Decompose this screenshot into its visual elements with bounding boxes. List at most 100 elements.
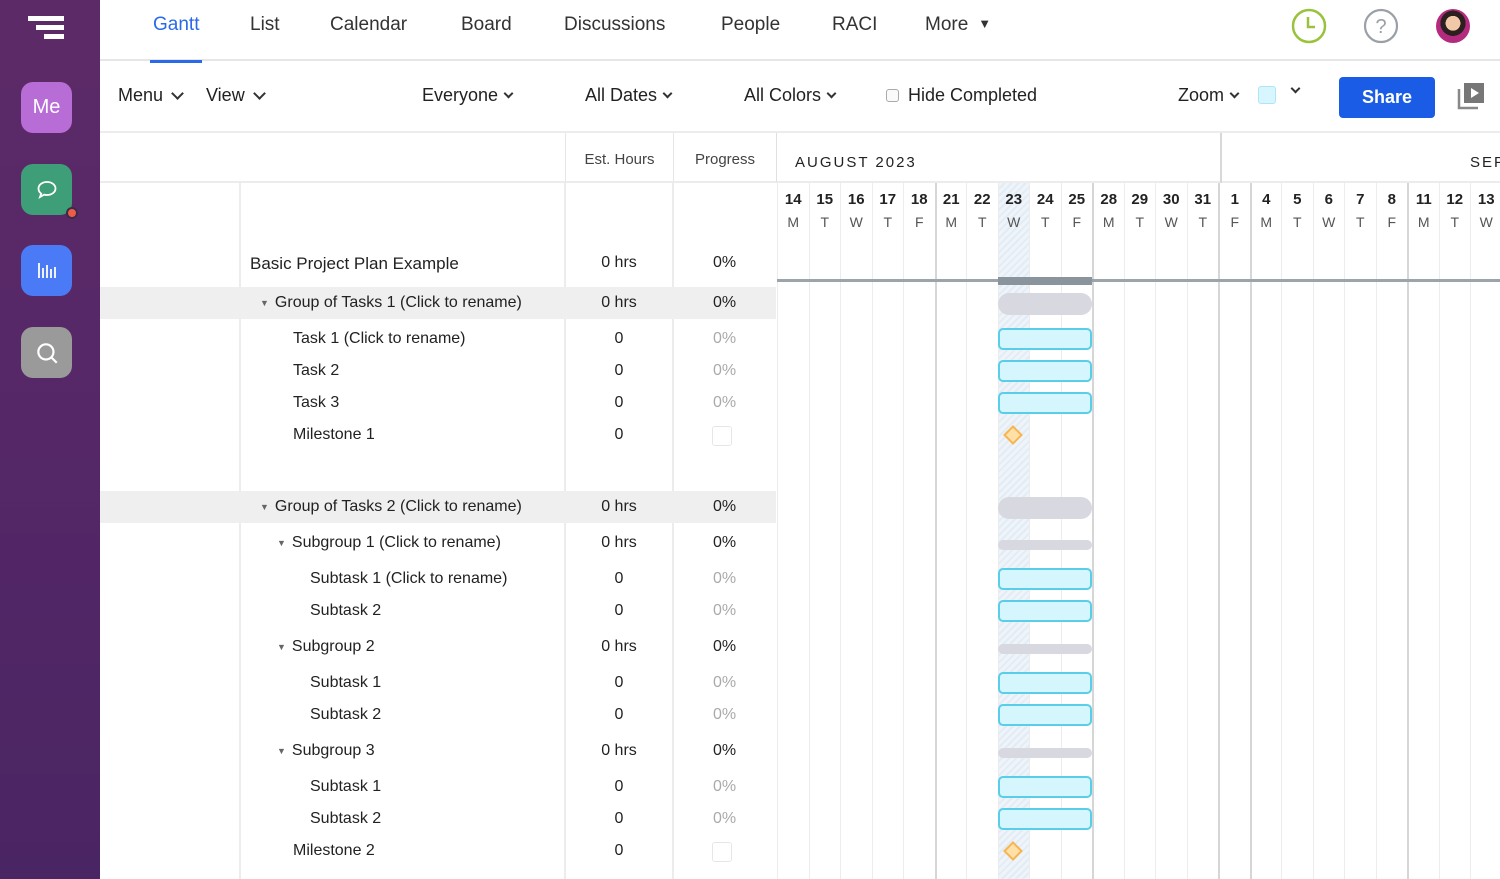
colors-filter[interactable]: All Colors (744, 85, 837, 106)
row-name[interactable]: ▼ Group of Tasks 1 (Click to rename) (260, 294, 522, 312)
task-bar[interactable] (997, 704, 1092, 726)
est-hours-cell[interactable]: 0 hrs (565, 742, 673, 760)
color-swatch[interactable] (1258, 86, 1276, 104)
share-button[interactable]: Share (1339, 77, 1435, 118)
est-hours-cell[interactable]: 0 hrs (565, 498, 673, 516)
est-hours-cell[interactable]: 0 (565, 706, 673, 724)
task-bar[interactable] (997, 672, 1092, 694)
row-name[interactable]: ▼ Subgroup 3 (277, 742, 375, 760)
view-dropdown[interactable]: View (206, 85, 266, 106)
hide-completed-checkbox[interactable] (886, 89, 899, 102)
task-row[interactable]: Task 1 (Click to rename) 0 0% (100, 323, 776, 355)
progress-cell[interactable]: 0% (673, 330, 776, 348)
task-row[interactable]: Subtask 1 0 0% (100, 771, 776, 803)
est-hours-cell[interactable]: 0 (565, 394, 673, 412)
presentation-icon[interactable] (1456, 81, 1486, 111)
clock-icon[interactable] (1291, 8, 1327, 44)
subgroup-bar[interactable] (997, 748, 1092, 758)
progress-cell[interactable]: 0% (673, 294, 776, 312)
everyone-filter[interactable]: Everyone (422, 85, 514, 106)
milestone-row[interactable]: Milestone 2 0 (100, 835, 776, 867)
tab-discussions[interactable]: Discussions (564, 14, 665, 61)
collapse-caret-icon[interactable]: ▼ (260, 502, 269, 512)
est-hours-cell[interactable]: 0 (565, 778, 673, 796)
subgroup-bar[interactable] (997, 644, 1092, 654)
group-bar[interactable] (997, 497, 1092, 519)
task-bar[interactable] (997, 568, 1092, 590)
row-name[interactable]: ▼ Subgroup 1 (Click to rename) (277, 534, 501, 552)
progress-cell[interactable]: 0% (673, 706, 776, 724)
tab-raci[interactable]: RACI (832, 14, 877, 61)
progress-cell[interactable]: 0% (673, 602, 776, 620)
task-row[interactable]: Task 2 0 0% (100, 355, 776, 387)
task-row[interactable]: Subtask 1 0 0% (100, 667, 776, 699)
zoom-dropdown[interactable]: Zoom (1178, 85, 1240, 106)
tab-calendar[interactable]: Calendar (330, 14, 407, 61)
est-hours-cell[interactable]: 0 (565, 570, 673, 588)
est-hours-cell[interactable]: 0 (565, 842, 673, 860)
task-bar[interactable] (997, 328, 1092, 350)
color-chevron-down-icon[interactable] (1290, 83, 1301, 94)
task-bar[interactable] (997, 776, 1092, 798)
sidebar-reports-button[interactable] (21, 245, 72, 296)
progress-cell[interactable]: 0% (673, 394, 776, 412)
row-name[interactable]: Task 1 (Click to rename) (293, 330, 466, 348)
progress-cell[interactable]: 0% (673, 742, 776, 760)
subgroup-bar[interactable] (997, 540, 1092, 550)
progress-cell[interactable]: 0% (673, 362, 776, 380)
app-logo-icon[interactable] (26, 16, 66, 42)
progress-cell[interactable]: 0% (673, 674, 776, 692)
est-hours-cell[interactable]: 0 (565, 674, 673, 692)
row-name[interactable]: Subtask 1 (310, 778, 381, 796)
est-hours-cell[interactable]: 0 hrs (565, 534, 673, 552)
group-bar[interactable] (997, 293, 1092, 315)
subgroup-row[interactable]: ▼ Subgroup 3 0 hrs 0% (100, 735, 776, 767)
collapse-caret-icon[interactable]: ▼ (277, 746, 286, 756)
tab-more[interactable]: More ▼ (925, 14, 991, 61)
tab-gantt[interactable]: Gantt (149, 14, 204, 63)
task-row[interactable]: Subtask 2 0 0% (100, 699, 776, 731)
row-name[interactable]: Milestone 1 (293, 426, 375, 444)
task-row[interactable]: Subtask 2 0 0% (100, 803, 776, 835)
task-row[interactable]: Task 3 0 0% (100, 387, 776, 419)
task-bar[interactable] (997, 392, 1092, 414)
task-bar[interactable] (997, 808, 1092, 830)
progress-cell[interactable]: 0% (673, 778, 776, 796)
project-summary-bar[interactable] (997, 277, 1092, 285)
hide-completed-toggle[interactable]: Hide Completed (886, 85, 1037, 106)
est-hours-header[interactable]: Est. Hours (565, 133, 673, 183)
collapse-caret-icon[interactable]: ▼ (260, 298, 269, 308)
tab-people[interactable]: People (721, 14, 780, 61)
task-row[interactable]: Subtask 2 0 0% (100, 595, 776, 627)
collapse-caret-icon[interactable]: ▼ (277, 642, 286, 652)
collapse-caret-icon[interactable]: ▼ (277, 538, 286, 548)
row-name[interactable]: Subtask 1 (310, 674, 381, 692)
row-name[interactable]: Milestone 2 (293, 842, 375, 860)
progress-cell[interactable]: 0% (673, 638, 776, 656)
est-hours-cell[interactable]: 0 (565, 602, 673, 620)
est-hours-cell[interactable]: 0 hrs (565, 294, 673, 312)
task-row[interactable]: Subtask 1 (Click to rename) 0 0% (100, 563, 776, 595)
est-hours-cell[interactable]: 0 (565, 810, 673, 828)
milestone-row[interactable]: Milestone 1 0 (100, 419, 776, 451)
row-name[interactable]: Subtask 2 (310, 810, 381, 828)
group-row[interactable]: ▼ Group of Tasks 1 (Click to rename) 0 hrs… (100, 287, 776, 319)
row-name[interactable]: Task 3 (293, 394, 339, 412)
row-name[interactable]: Subtask 1 (Click to rename) (310, 570, 507, 588)
est-hours-cell[interactable]: 0 (565, 426, 673, 444)
progress-header[interactable]: Progress (673, 133, 776, 183)
progress-cell[interactable]: 0% (673, 810, 776, 828)
sidebar-me-button[interactable]: Me (21, 82, 72, 133)
progress-cell[interactable]: 0% (673, 498, 776, 516)
row-name[interactable]: ▼ Group of Tasks 2 (Click to rename) (260, 498, 522, 516)
est-hours-cell[interactable]: 0 (565, 330, 673, 348)
est-hours-cell[interactable]: 0 (565, 362, 673, 380)
tab-board[interactable]: Board (461, 14, 512, 61)
project-title-row[interactable]: Basic Project Plan Example 0 hrs 0% (100, 247, 776, 279)
milestone-checkbox[interactable] (712, 842, 732, 862)
row-name[interactable]: ▼ Subgroup 2 (277, 638, 375, 656)
task-bar[interactable] (997, 360, 1092, 382)
help-icon[interactable]: ? (1363, 8, 1399, 44)
dates-filter[interactable]: All Dates (585, 85, 673, 106)
subgroup-row[interactable]: ▼ Subgroup 2 0 hrs 0% (100, 631, 776, 663)
